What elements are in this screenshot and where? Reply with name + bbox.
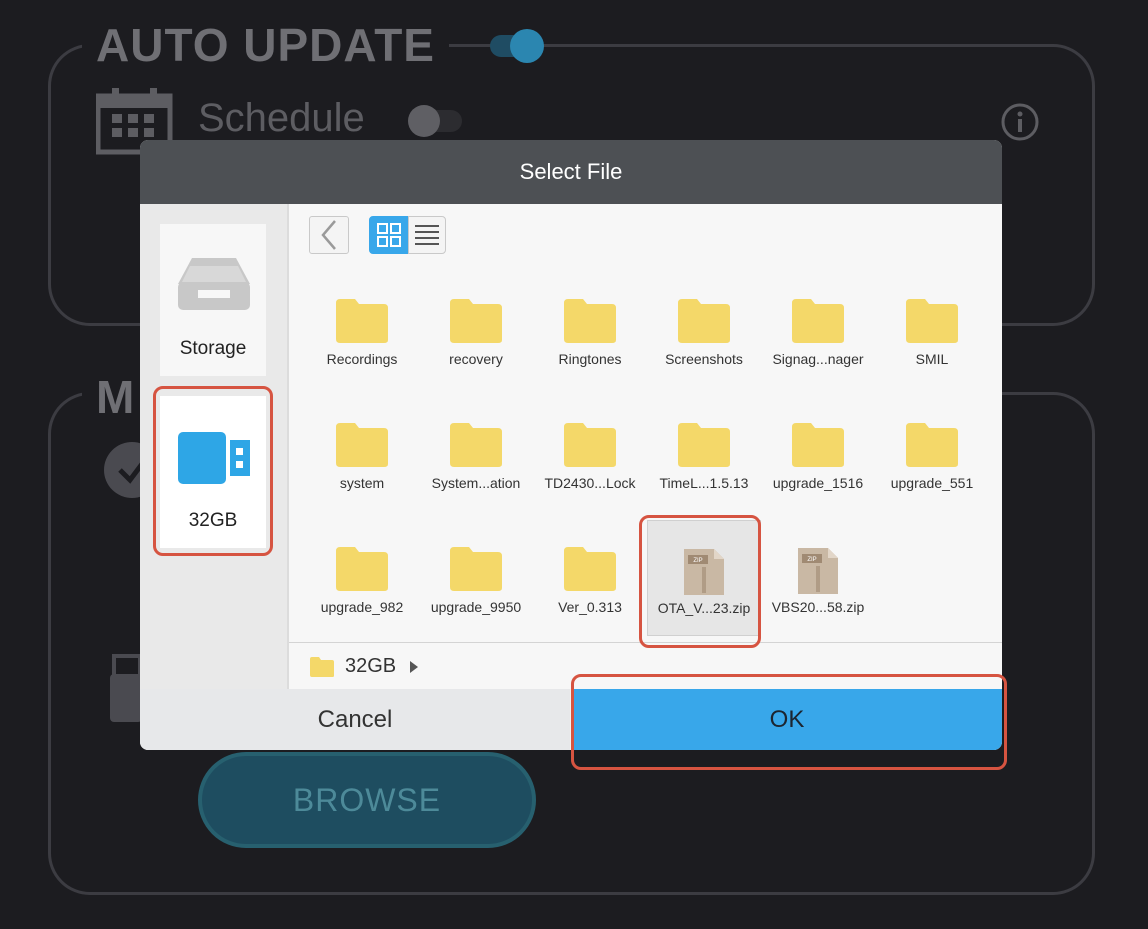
dialog-buttons: Cancel OK xyxy=(140,689,1002,750)
folder-item[interactable]: Signag...nager xyxy=(761,284,875,394)
auto-update-toggle[interactable] xyxy=(490,29,544,63)
back-button[interactable] xyxy=(309,216,349,254)
usb-drive-icon xyxy=(178,432,250,484)
info-icon[interactable] xyxy=(1000,102,1040,142)
item-name: upgrade_551 xyxy=(890,475,974,491)
auto-update-title: AUTO UPDATE xyxy=(82,18,449,72)
toggle-knob xyxy=(408,105,440,137)
folder-icon xyxy=(450,299,502,343)
select-file-dialog: Select File Storage 32GB Recordings reco… xyxy=(140,140,1002,750)
item-name: VBS20...58.zip xyxy=(771,599,865,615)
folder-item[interactable]: upgrade_9950 xyxy=(419,532,533,642)
folder-icon xyxy=(336,547,388,591)
file-item[interactable]: ZIP VBS20...58.zip xyxy=(761,532,875,642)
folder-icon xyxy=(450,547,502,591)
folder-icon xyxy=(450,423,502,467)
file-item[interactable]: ZIP OTA_V...23.zip xyxy=(647,520,761,636)
browse-button[interactable]: BROWSE xyxy=(198,752,536,848)
folder-item[interactable]: System...ation xyxy=(419,408,533,518)
file-browser: Recordings recovery Ringtones Screenshots Si… xyxy=(287,204,1002,689)
zip-file-icon: ZIP xyxy=(798,548,838,594)
chevron-right-icon xyxy=(410,660,419,673)
folder-icon xyxy=(906,299,958,343)
toggle-knob xyxy=(510,29,544,63)
sidebar-item-32gb[interactable]: 32GB xyxy=(160,396,266,548)
folder-icon xyxy=(564,423,616,467)
storage-sidebar: Storage 32GB xyxy=(140,204,287,689)
folder-item[interactable]: TimeL...1.5.13 xyxy=(647,408,761,518)
folder-icon xyxy=(336,299,388,343)
folder-item[interactable]: upgrade_982 xyxy=(305,532,419,642)
grid-view-button[interactable] xyxy=(369,216,409,254)
folder-item[interactable]: Ringtones xyxy=(533,284,647,394)
sidebar-item-label: 32GB xyxy=(188,510,238,531)
folder-item[interactable]: upgrade_1516 xyxy=(761,408,875,518)
folder-icon xyxy=(906,423,958,467)
list-view-icon xyxy=(415,225,439,245)
folder-item[interactable]: system xyxy=(305,408,419,518)
ok-button[interactable]: OK xyxy=(572,689,1002,750)
svg-text:ZIP: ZIP xyxy=(807,557,816,563)
folder-icon xyxy=(564,299,616,343)
zip-file-icon: ZIP xyxy=(684,549,724,595)
sidebar-item-label: Storage xyxy=(179,338,247,359)
grid-view-icon xyxy=(377,223,401,247)
storage-tray-icon xyxy=(178,258,250,310)
folder-icon xyxy=(678,423,730,467)
folder-item[interactable]: Ver_0.313 xyxy=(533,532,647,642)
schedule-label: Schedule xyxy=(198,96,365,140)
chevron-left-icon xyxy=(321,220,336,250)
path-bar: 32GB xyxy=(289,642,1002,690)
folder-icon xyxy=(336,423,388,467)
folder-icon xyxy=(792,423,844,467)
folder-icon xyxy=(678,299,730,343)
folder-icon xyxy=(310,656,334,677)
item-name: SMIL xyxy=(915,351,949,367)
folder-item[interactable]: Recordings xyxy=(305,284,419,394)
usb-icon xyxy=(110,654,142,722)
folder-item[interactable]: upgrade_551 xyxy=(875,408,989,518)
svg-text:ZIP: ZIP xyxy=(693,558,702,564)
folder-item[interactable]: recovery xyxy=(419,284,533,394)
folder-item[interactable]: TD2430...Lock xyxy=(533,408,647,518)
list-view-button[interactable] xyxy=(408,216,446,254)
folder-item[interactable]: Screenshots xyxy=(647,284,761,394)
path-segment-32gb[interactable]: 32GB xyxy=(345,655,396,678)
cancel-button[interactable]: Cancel xyxy=(140,689,570,750)
folder-item[interactable]: SMIL xyxy=(875,284,989,394)
dialog-title: Select File xyxy=(140,140,1002,204)
schedule-toggle[interactable] xyxy=(408,105,462,137)
folder-icon xyxy=(564,547,616,591)
sidebar-item-storage[interactable]: Storage xyxy=(160,224,266,376)
folder-icon xyxy=(792,299,844,343)
